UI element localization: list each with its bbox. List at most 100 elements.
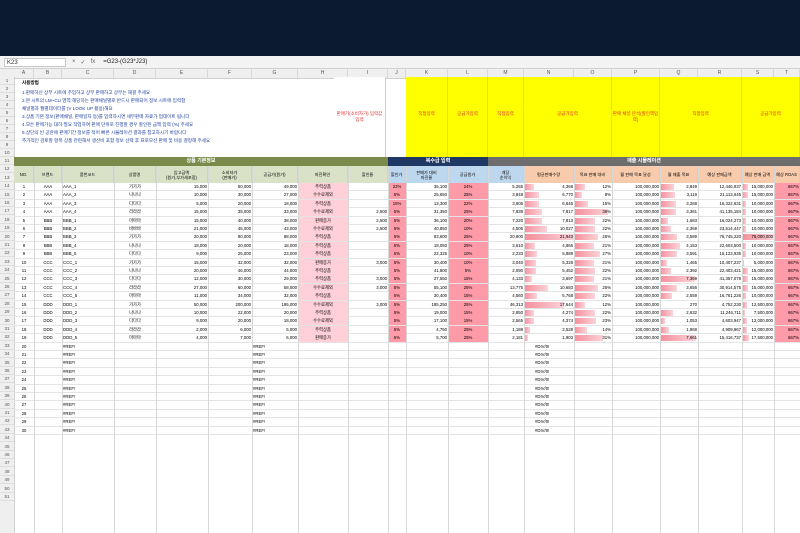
table-cell[interactable]: 2	[14, 191, 34, 199]
table-cell[interactable]	[348, 233, 388, 241]
table-cell[interactable]: 15,000	[156, 183, 208, 191]
table-cell[interactable]: 라라라	[114, 208, 156, 216]
ref-error-cell[interactable]: #REF!	[62, 410, 112, 418]
table-cell[interactable]: 25%	[574, 284, 612, 292]
table-row-empty[interactable]: 25 #REF! #REF! #DIV/0!	[14, 385, 800, 393]
table-cell[interactable]: 22%	[574, 225, 612, 233]
row-number[interactable]: 5	[0, 109, 14, 117]
table-cell[interactable]: 10,407,237	[698, 259, 742, 267]
table-cell[interactable]	[348, 292, 388, 300]
table-cell[interactable]: 25%	[448, 283, 488, 292]
table-cell[interactable]: 19	[14, 334, 34, 342]
ref-error-cell[interactable]: #REF!	[62, 401, 112, 409]
table-cell[interactable]: 9	[14, 250, 34, 258]
table-cell[interactable]: BBB	[34, 242, 62, 250]
table-cell[interactable]: 1,968	[660, 326, 698, 334]
table-cell[interactable]: 3,697	[524, 275, 574, 283]
table-cell[interactable]: 11	[14, 267, 34, 275]
row-number[interactable]: 10	[0, 149, 14, 157]
table-cell[interactable]: 마마마	[114, 334, 156, 342]
row-number[interactable]: 37	[0, 375, 14, 384]
row-number[interactable]: 3	[0, 93, 14, 101]
table-cell[interactable]: 30,400	[406, 292, 448, 300]
table-cell[interactable]: 46,313	[488, 301, 524, 309]
table-cell[interactable]: 12	[14, 275, 34, 283]
table-cell[interactable]: 667%	[774, 250, 800, 259]
table-cell[interactable]	[348, 317, 388, 325]
table-cell[interactable]: 23,000	[252, 250, 298, 258]
ref-error-cell[interactable]: #REF!	[62, 385, 112, 393]
table-cell[interactable]: 주력상품	[298, 325, 348, 334]
table-cell[interactable]: 5%	[388, 334, 406, 343]
table-cell[interactable]: 25,000	[208, 250, 252, 258]
row-number[interactable]: 28	[0, 300, 14, 308]
table-cell[interactable]: 나나나	[114, 242, 156, 250]
table-cell[interactable]: 15,000,000	[742, 284, 774, 292]
table-cell[interactable]: 가가가	[114, 301, 156, 309]
table-cell[interactable]: 1	[14, 183, 34, 191]
table-cell[interactable]: 35,000	[208, 208, 252, 216]
table-cell[interactable]: 5%	[388, 208, 406, 217]
ref-error-cell[interactable]: #REF!	[252, 351, 298, 359]
table-cell[interactable]: 15,000	[156, 208, 208, 216]
table-cell[interactable]: 10,000,000	[742, 292, 774, 300]
table-cell[interactable]: 20,000	[252, 309, 298, 317]
table-cell[interactable]: 가가가	[114, 259, 156, 267]
row-number[interactable]: 18	[0, 216, 14, 224]
table-cell[interactable]: 12,000	[156, 275, 208, 283]
table-row[interactable]: 4 AAA AAA_4 라라라 15,000 35,000 33,000 수수료제외 2,500…	[14, 208, 800, 217]
table-cell[interactable]: BBB_1	[62, 217, 114, 225]
table-cell[interactable]: 50,000	[156, 301, 208, 309]
table-cell[interactable]: 2,500	[348, 217, 388, 225]
table-cell[interactable]: 20%	[448, 216, 488, 225]
table-cell[interactable]: 3,848	[488, 191, 524, 199]
table-cell[interactable]: 4,560	[488, 292, 524, 300]
table-cell[interactable]: 7,838	[488, 208, 524, 216]
table-cell[interactable]: 3,589	[660, 233, 698, 241]
table-row[interactable]: 16 DDD DDD_2 나나나 10,000 22,000 20,000 주력상품 5% 19,…	[14, 309, 800, 318]
table-cell[interactable]: 667%	[774, 300, 800, 309]
table-cell[interactable]	[348, 250, 388, 258]
table-cell[interactable]: CCC_2	[62, 267, 114, 275]
table-row[interactable]: 19 DDD DDD_5 마마마 4,000 7,000 6,000 판매증가 5% 5,700 2…	[14, 334, 800, 343]
table-cell[interactable]: 5,000	[156, 200, 208, 208]
table-cell[interactable]: 100,000,000	[612, 183, 660, 191]
table-cell[interactable]: 13,775	[488, 284, 524, 292]
row-number[interactable]: 17	[0, 207, 14, 216]
table-cell[interactable]: 20,900	[488, 233, 524, 241]
table-cell[interactable]: 다다다	[114, 200, 156, 208]
table-cell[interactable]: 100,000,000	[612, 317, 660, 325]
table-cell[interactable]: 2,500	[348, 208, 388, 216]
table-cell[interactable]: 5%	[388, 191, 406, 200]
table-cell[interactable]: 마마마	[114, 217, 156, 225]
table-cell[interactable]: 6,000	[208, 326, 252, 334]
table-cell[interactable]: 76,745,220	[698, 233, 742, 241]
table-cell[interactable]: 21%	[574, 242, 612, 250]
table-cell[interactable]: 5,700	[406, 334, 448, 342]
table-cell[interactable]: 15%	[448, 309, 488, 317]
table-cell[interactable]: 33,000	[252, 208, 298, 216]
div-error-cell[interactable]: #DIV/0!	[534, 351, 574, 359]
table-cell[interactable]: 3,605	[488, 200, 524, 208]
table-cell[interactable]: 2,565	[488, 317, 524, 325]
table-cell[interactable]: 5%	[448, 267, 488, 275]
ref-error-cell[interactable]: #REF!	[62, 351, 112, 359]
table-cell[interactable]: 22%	[448, 199, 488, 208]
table-cell[interactable]: 2,559	[660, 292, 698, 300]
table-cell[interactable]: 마마마	[114, 292, 156, 300]
table-cell[interactable]: 다다다	[114, 250, 156, 258]
table-cell[interactable]	[348, 267, 388, 275]
row-number[interactable]: 40	[0, 401, 14, 409]
table-cell[interactable]: BBB	[34, 250, 62, 258]
table-cell[interactable]: CCC	[34, 275, 62, 283]
row-number[interactable]: 4	[0, 101, 14, 109]
table-cell[interactable]: 27,550	[406, 275, 448, 283]
table-row[interactable]: 3 AAA AAA_3 다다다 5,000 20,000 18,000 주력상품 15% 13,3…	[14, 199, 800, 209]
table-cell[interactable]: 24%	[448, 183, 488, 191]
table-cell[interactable]: 10,000,000	[742, 250, 774, 258]
table-cell[interactable]: CCC	[34, 259, 62, 267]
table-cell[interactable]: 31%	[574, 334, 612, 342]
ref-error-cell[interactable]: #REF!	[62, 376, 112, 384]
table-cell[interactable]: 100,000,000	[612, 217, 660, 225]
row-number[interactable]: 47	[0, 459, 14, 468]
